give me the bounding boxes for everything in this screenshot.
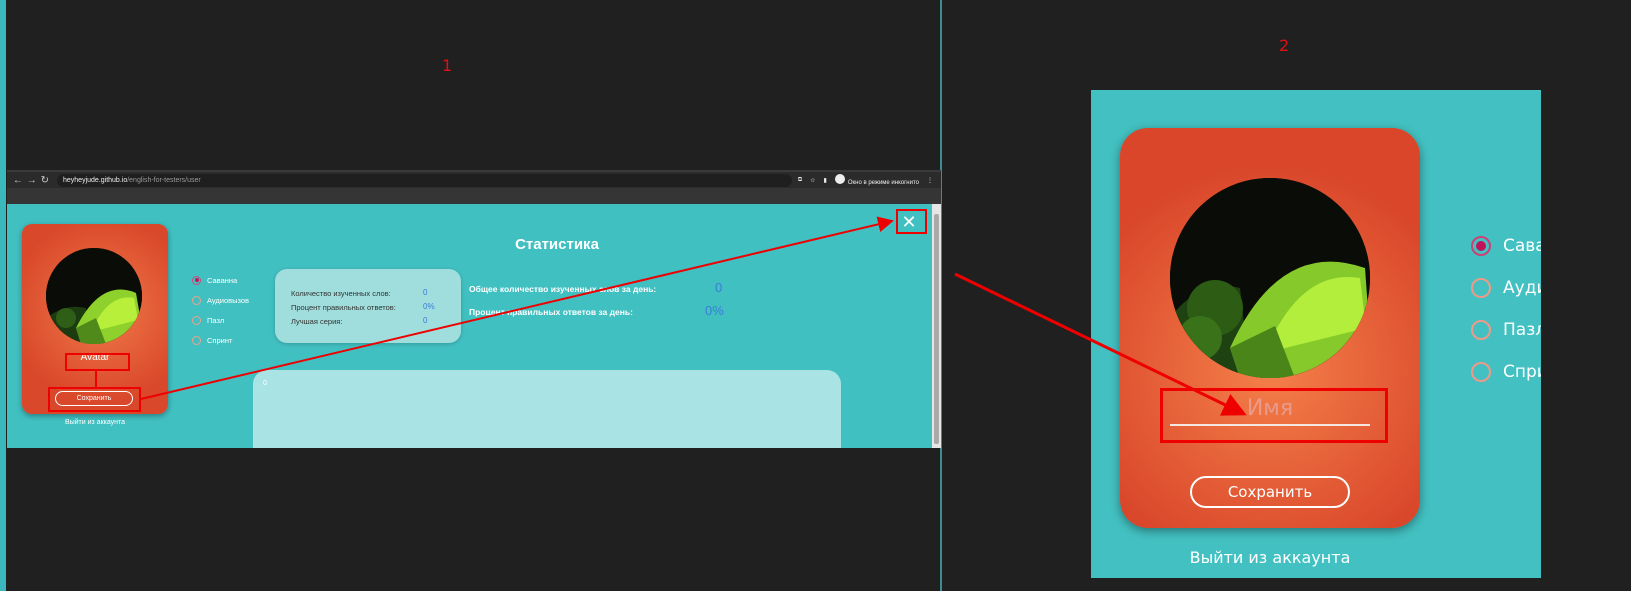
highlight-close-box bbox=[896, 209, 927, 234]
radio-sprint-zoomed[interactable]: Спри bbox=[1471, 351, 1541, 393]
profile-card: Avatar Сохранить bbox=[22, 224, 168, 414]
radio-puzzle[interactable]: Пазл bbox=[192, 310, 249, 330]
save-button-zoomed[interactable]: Сохранить bbox=[1190, 476, 1350, 508]
left-edge-strip bbox=[0, 0, 6, 591]
stats-chart-area: 0 bbox=[253, 370, 841, 448]
radio-icon bbox=[192, 295, 201, 305]
browser-window: ← → ↻ heyheyjude.github.io/english-for-t… bbox=[7, 170, 941, 448]
forward-arrow-icon[interactable]: → bbox=[27, 175, 37, 186]
chart-zero-label: 0 bbox=[263, 380, 267, 387]
logout-link-zoomed[interactable]: Выйти из аккаунта bbox=[1120, 548, 1420, 567]
zoomed-profile-panel: Имя Сохранить Выйти из аккаунта Сава Ауд… bbox=[1091, 90, 1541, 578]
stats-card: Количество изученных слов: 0 Процент пра… bbox=[275, 269, 461, 343]
scrollbar-thumb[interactable] bbox=[934, 214, 939, 444]
best-streak-label: Лучшая серия: bbox=[291, 317, 343, 326]
game-radio-group: Саванна Аудиовызов Пазл Спринт bbox=[192, 270, 249, 350]
url-host: heyheyjude.github.io bbox=[63, 176, 128, 184]
radio-selected-icon bbox=[192, 275, 201, 285]
radio-icon bbox=[192, 315, 201, 325]
radio-savanna-zoomed[interactable]: Сава bbox=[1471, 225, 1541, 267]
page-scrollbar[interactable] bbox=[932, 204, 941, 448]
avatar[interactable] bbox=[46, 248, 142, 344]
correct-percent-value: 0% bbox=[423, 302, 435, 311]
star-icon[interactable]: ☆ bbox=[810, 177, 815, 184]
radio-icon bbox=[192, 335, 201, 345]
panel-number-1: 1 bbox=[442, 56, 453, 75]
radio-savanna[interactable]: Саванна bbox=[192, 270, 249, 290]
user-page: Avatar Сохранить Выйти из аккаунта Саван… bbox=[7, 204, 941, 448]
translate-icon[interactable]: ⧉ bbox=[798, 177, 802, 184]
back-arrow-icon[interactable]: ← bbox=[13, 175, 23, 186]
browser-toolbar: ← → ↻ heyheyjude.github.io/english-for-t… bbox=[7, 170, 941, 188]
radio-selected-icon bbox=[1471, 236, 1491, 256]
nav-buttons: ← → ↻ bbox=[7, 175, 51, 186]
highlight-name-box bbox=[65, 353, 130, 371]
learned-words-value: 0 bbox=[423, 288, 428, 297]
sidepanel-icon[interactable]: ▮ bbox=[824, 177, 827, 184]
browser-actions: ⧉ ☆ ▮ Окно в режиме инкогнито ⋮ bbox=[798, 174, 941, 186]
best-streak-value: 0 bbox=[423, 316, 428, 325]
incognito-icon bbox=[834, 174, 845, 184]
game-radio-group-zoomed: Сава Ауди Пазл Спри bbox=[1471, 225, 1541, 393]
screenshot-stage: 1 2 ← → ↻ heyheyjude.github.io/english-f… bbox=[0, 0, 1631, 591]
incognito-indicator[interactable]: Окно в режиме инкогнито bbox=[834, 174, 919, 186]
reload-icon[interactable]: ↻ bbox=[41, 175, 49, 186]
avatar-tent-image bbox=[46, 248, 142, 344]
radio-puzzle-zoomed[interactable]: Пазл bbox=[1471, 309, 1541, 351]
panel-number-2: 2 bbox=[1279, 36, 1290, 55]
avatar-tent-image-zoomed bbox=[1170, 178, 1370, 378]
menu-icon[interactable]: ⋮ bbox=[927, 177, 933, 184]
radio-icon bbox=[1471, 320, 1491, 340]
highlight-save-box bbox=[48, 387, 141, 412]
avatar-zoomed[interactable] bbox=[1170, 178, 1370, 378]
radio-sprint[interactable]: Спринт bbox=[192, 330, 249, 350]
daily-total-label: Общее количество изученных слов за день: bbox=[469, 284, 657, 294]
logout-link[interactable]: Выйти из аккаунта bbox=[22, 419, 168, 426]
radio-audiocall[interactable]: Аудиовызов bbox=[192, 290, 249, 310]
radio-icon bbox=[1471, 278, 1491, 298]
highlight-name-field-box bbox=[1160, 388, 1388, 443]
daily-percent-value: 0% bbox=[705, 303, 724, 318]
correct-percent-label: Процент правильных ответов: bbox=[291, 303, 396, 312]
learned-words-label: Количество изученных слов: bbox=[291, 289, 391, 298]
daily-percent-label: Процент правильных ответов за день: bbox=[469, 307, 633, 317]
radio-icon bbox=[1471, 362, 1491, 382]
address-bar[interactable]: heyheyjude.github.io/english-for-testers… bbox=[57, 173, 792, 187]
page-title: Статистика bbox=[515, 236, 599, 253]
bookmarks-strip bbox=[7, 188, 941, 204]
daily-total-value: 0 bbox=[715, 280, 723, 295]
radio-audiocall-zoomed[interactable]: Ауди bbox=[1471, 267, 1541, 309]
profile-card-zoomed: Имя Сохранить bbox=[1120, 128, 1420, 528]
url-path: /english-for-testers/user bbox=[127, 176, 201, 184]
